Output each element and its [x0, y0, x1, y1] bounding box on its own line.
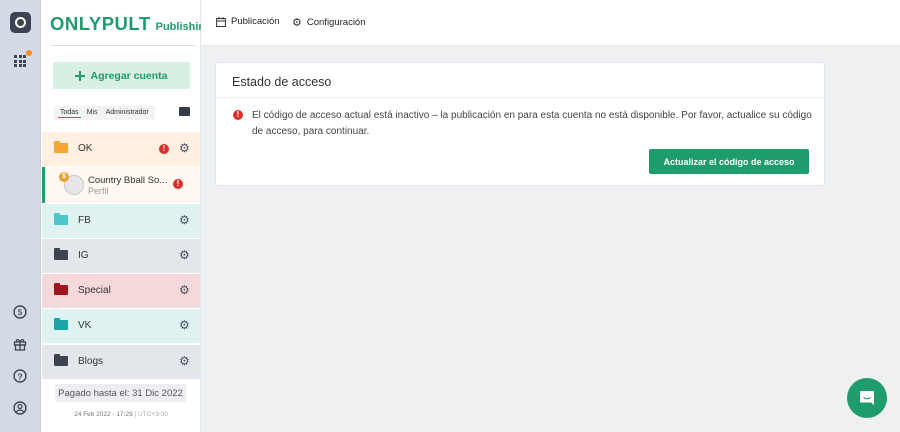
alert-icon: !	[173, 179, 183, 189]
top-bar: Publicación ⚙ Configuración	[201, 0, 900, 46]
update-access-code-button[interactable]: Actualizar el código de acceso	[649, 149, 809, 174]
help-icon[interactable]: ?	[9, 365, 31, 387]
footer-timezone: UTC+3:00	[138, 411, 168, 418]
access-status-card: Estado de acceso ! El código de acceso a…	[215, 62, 825, 186]
instagram-icon[interactable]	[10, 12, 31, 33]
add-account-button[interactable]: Agregar cuenta	[53, 62, 190, 89]
calendar-icon	[216, 16, 226, 27]
svg-text:$: $	[18, 308, 23, 317]
tab-admin[interactable]: Administrador	[104, 108, 151, 118]
billing-icon[interactable]: $	[9, 301, 31, 323]
alert-icon: !	[233, 110, 243, 120]
app-rail: $ ?	[0, 0, 41, 432]
gear-icon[interactable]: ⚙	[179, 319, 191, 331]
gear-icon[interactable]: ⚙	[179, 355, 191, 367]
account-type: Perfil	[88, 186, 109, 196]
account-name: Country Bball So...	[88, 175, 168, 186]
nav-settings-label: Configuración	[306, 17, 366, 28]
folder-icon	[54, 213, 68, 225]
folder-icon	[54, 283, 68, 295]
group-blogs[interactable]: Blogs ⚙	[42, 345, 200, 379]
folder-icon	[54, 318, 68, 330]
brand-name: ONLYPULT	[50, 13, 151, 34]
group-label: VK	[78, 320, 92, 331]
nav-publication[interactable]: Publicación	[216, 16, 280, 27]
nav-publication-label: Publicación	[231, 16, 280, 27]
sidebar: ONLYPULT Publishing Agregar cuenta Todas…	[41, 0, 212, 432]
group-ok[interactable]: OK ! ⚙	[42, 132, 200, 166]
account-row[interactable]: $ Country Bball So... Perfil !	[42, 167, 200, 203]
gear-icon[interactable]: ⚙	[179, 249, 191, 261]
folder-icon	[54, 354, 68, 366]
footer-datetime: 24 Feb 2022 - 17:29 | UTC+3:00	[41, 411, 201, 418]
footer-date: 24 Feb 2022 - 17:29	[74, 411, 133, 418]
gift-icon[interactable]	[9, 333, 31, 355]
tab-all[interactable]: Todas	[58, 108, 81, 118]
svg-text:?: ?	[17, 372, 22, 382]
alert-icon: !	[159, 144, 169, 154]
coin-icon: $	[59, 172, 69, 182]
profile-icon[interactable]	[9, 397, 31, 419]
group-label: OK	[78, 143, 93, 154]
gear-icon[interactable]: ⚙	[179, 214, 191, 226]
group-fb[interactable]: FB ⚙	[42, 204, 200, 238]
divider	[216, 97, 824, 98]
group-label: IG	[78, 250, 89, 261]
card-title: Estado de acceso	[232, 75, 332, 89]
notification-dot	[26, 50, 32, 56]
paid-until-badge: Pagado hasta el: 31 Dic 2022	[55, 384, 186, 402]
folder-icon	[54, 248, 68, 260]
tab-mine[interactable]: Mis	[85, 108, 100, 118]
brand-logo[interactable]: ONLYPULT Publishing	[50, 13, 212, 35]
add-account-label: Agregar cuenta	[90, 69, 168, 82]
gear-icon[interactable]: ⚙	[179, 142, 191, 154]
group-label: FB	[78, 215, 91, 226]
chat-support-button[interactable]	[847, 378, 887, 418]
folder-icon	[54, 141, 68, 153]
add-folder-icon[interactable]	[179, 107, 190, 116]
group-ig[interactable]: IG ⚙	[42, 239, 200, 273]
divider	[51, 45, 195, 46]
account-filter-tabs: Todas Mis Administrador	[54, 106, 155, 120]
access-message: El código de acceso actual está inactivo…	[252, 110, 812, 137]
footer-separator: |	[134, 411, 137, 418]
group-label: Blogs	[78, 356, 104, 367]
group-label: Special	[78, 285, 111, 296]
group-special[interactable]: Special ⚙	[42, 274, 200, 308]
plus-icon	[75, 70, 86, 81]
group-vk[interactable]: VK ⚙	[42, 309, 200, 343]
gear-icon: ⚙	[292, 17, 302, 29]
gear-icon[interactable]: ⚙	[179, 284, 191, 296]
chat-icon	[860, 391, 874, 405]
nav-settings[interactable]: ⚙ Configuración	[292, 16, 366, 29]
